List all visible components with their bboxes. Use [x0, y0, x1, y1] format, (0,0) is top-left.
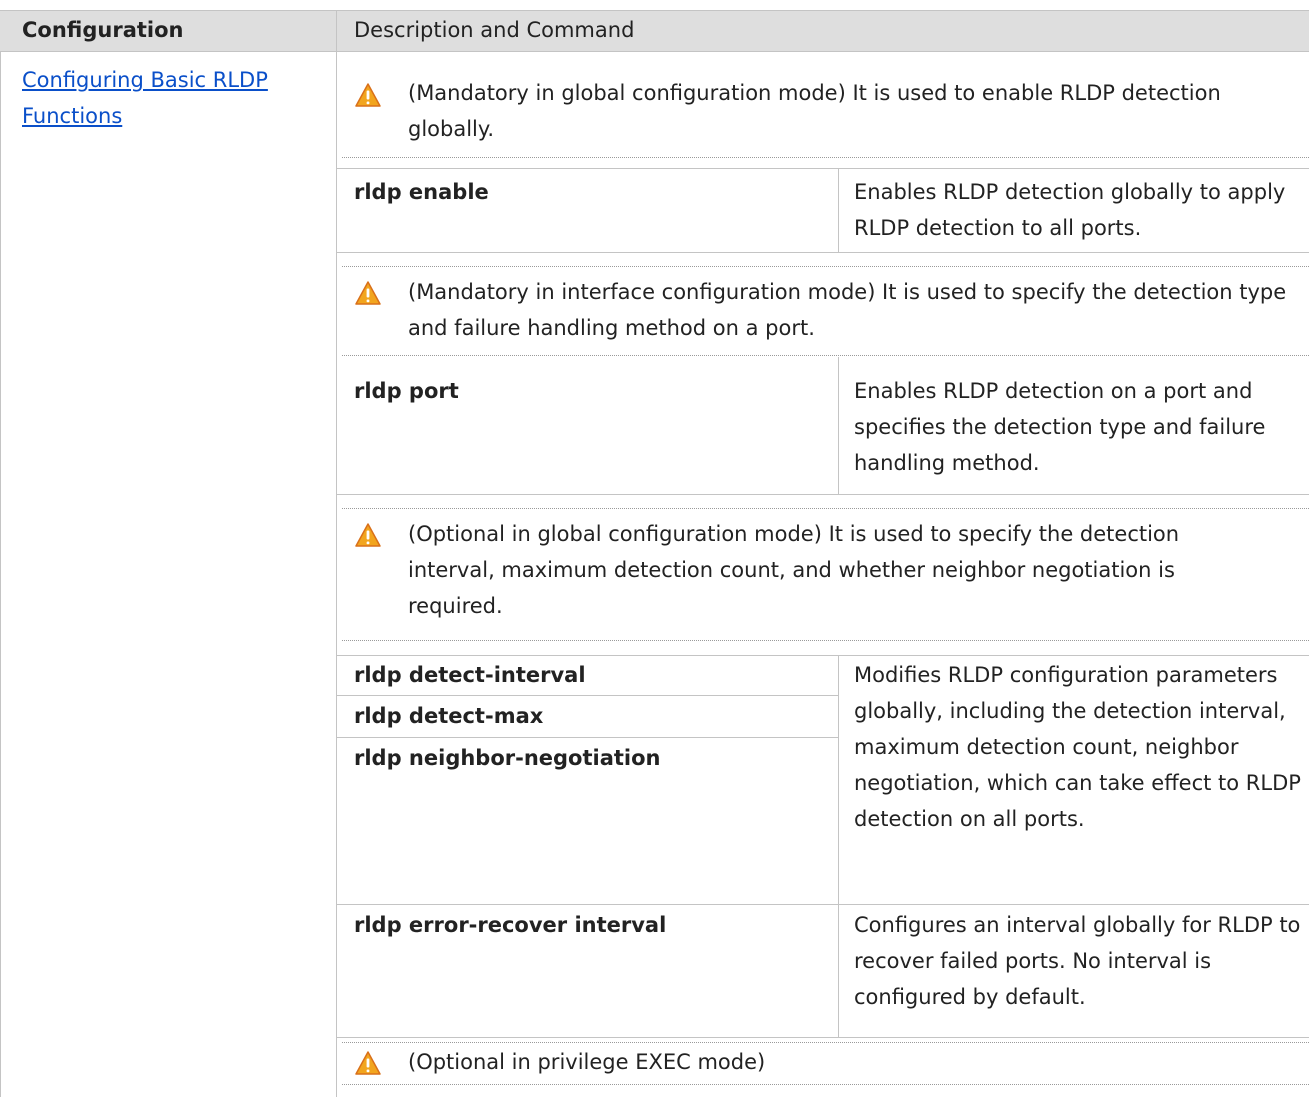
row-enable-bottom [337, 252, 1309, 253]
command-rldp-neighbor-negotiation: rldp neighbor-negotiation [354, 746, 661, 770]
cmd-divider-2 [337, 737, 838, 738]
header-description-command: Description and Command [354, 18, 635, 42]
inner-divider-enable [838, 168, 839, 252]
row-params-top [337, 655, 1309, 656]
command-rldp-port: rldp port [354, 379, 459, 403]
row-port-bottom [337, 494, 1309, 495]
note-3-top [342, 508, 1309, 509]
warning-icon [355, 523, 381, 547]
header-divider [336, 11, 337, 51]
note-mandatory-global: (Mandatory in global configuration mode)… [408, 81, 1221, 141]
warning-icon [355, 281, 381, 305]
inner-divider-port [838, 357, 839, 494]
note-4-top [342, 1042, 1309, 1043]
note-1-bottom [342, 157, 1309, 158]
note-optional-global: (Optional in global configuration mode) … [408, 522, 1180, 618]
configuration-table: Configuration Description and Command Co… [0, 0, 1309, 1097]
note-mandatory-interface: (Mandatory in interface configuration mo… [408, 280, 1287, 340]
note-2-bottom [342, 355, 1309, 356]
cmd-divider-1 [337, 695, 838, 696]
table-header: Configuration Description and Command [0, 10, 1309, 52]
note-2-top [342, 266, 1309, 267]
note-4-bottom [342, 1084, 1309, 1085]
row-enable-top [337, 168, 1309, 169]
description-rldp-enable: Enables RLDP detection globally to apply… [854, 180, 1286, 240]
description-rldp-error-recover: Configures an interval globally for RLDP… [854, 913, 1301, 1009]
note-optional-privilege: (Optional in privilege EXEC mode) [408, 1050, 766, 1074]
command-rldp-detect-max: rldp detect-max [354, 704, 544, 728]
table-left-border [0, 52, 1, 1097]
command-rldp-detect-interval: rldp detect-interval [354, 663, 586, 687]
warning-icon [355, 83, 381, 107]
note-3-bottom [342, 640, 1309, 641]
command-rldp-enable: rldp enable [354, 180, 489, 204]
description-rldp-port: Enables RLDP detection on a port and spe… [854, 379, 1266, 475]
configuring-basic-rldp-link[interactable]: Configuring Basic RLDP Functions [22, 62, 302, 134]
column-divider [336, 52, 337, 1097]
description-rldp-params: Modifies RLDP configuration parameters g… [854, 663, 1301, 831]
command-rldp-error-recover: rldp error-recover interval [354, 913, 667, 937]
warning-icon [355, 1051, 381, 1075]
row-recover-top [337, 904, 1309, 905]
inner-divider-params [838, 655, 839, 1037]
row-recover-bottom [337, 1037, 1309, 1038]
header-configuration: Configuration [22, 18, 184, 42]
